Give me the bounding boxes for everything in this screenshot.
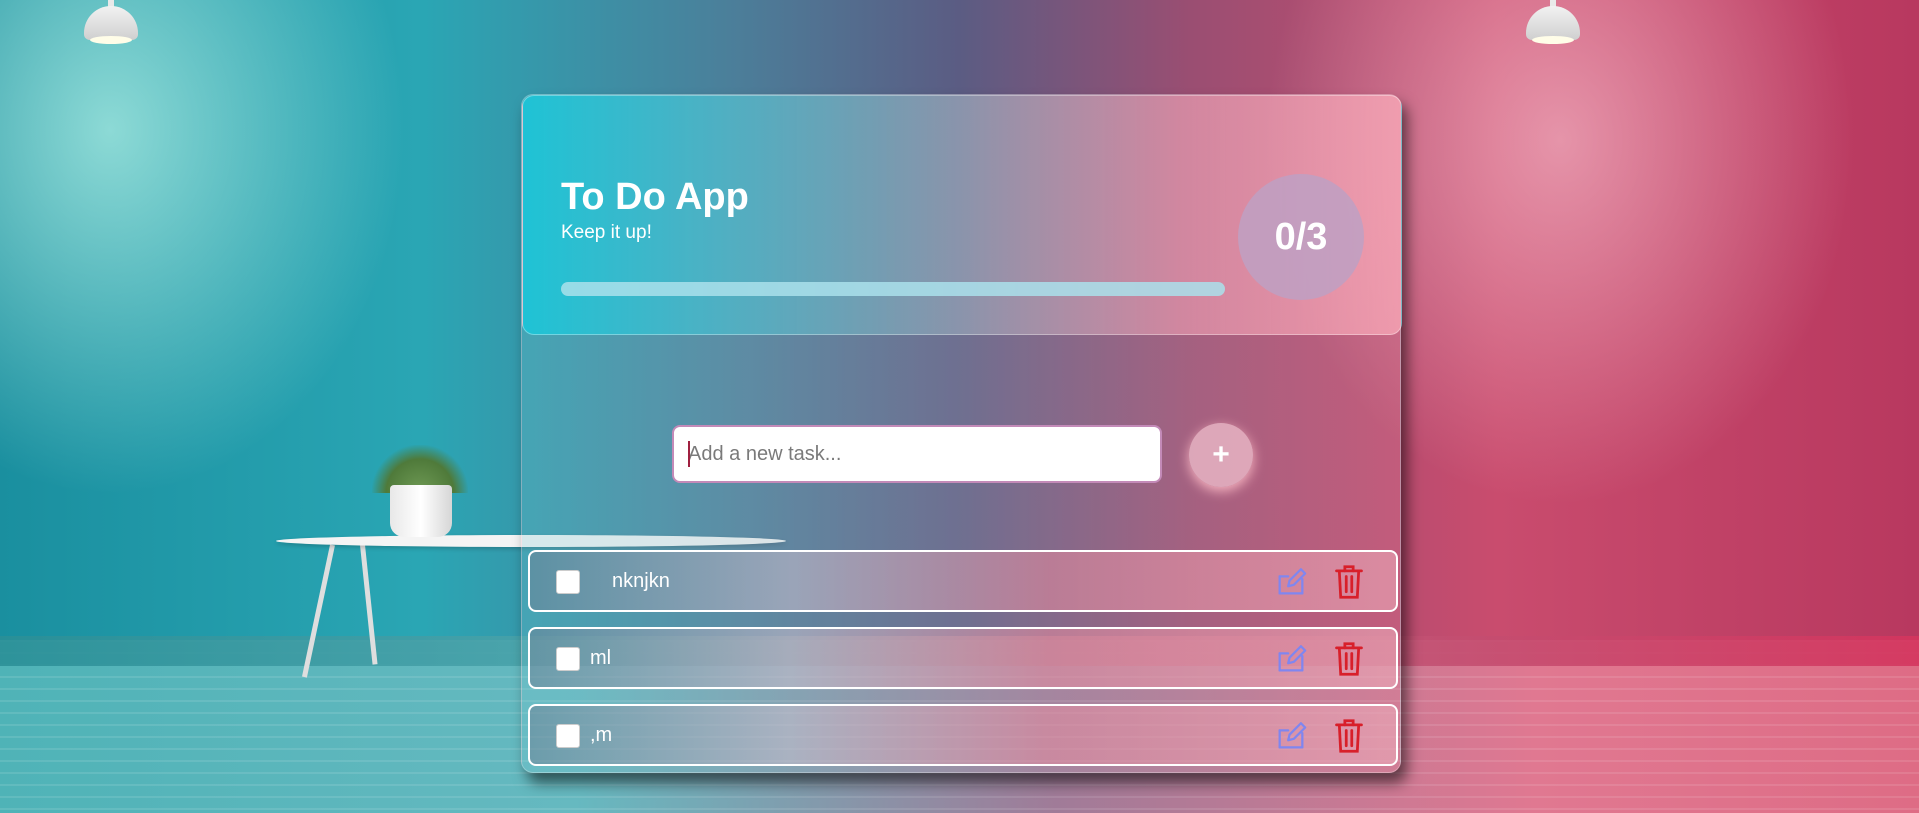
plant-pot	[390, 485, 452, 537]
ceiling-lamp-right	[1518, 0, 1588, 45]
trash-icon[interactable]	[1332, 718, 1366, 754]
edit-icon[interactable]	[1274, 565, 1308, 599]
app-title: To Do App	[561, 176, 749, 218]
task-counter: 0/3	[1238, 174, 1364, 300]
text-caret	[688, 441, 690, 467]
app-header: To Do App Keep it up! 0/3	[522, 95, 1402, 335]
edit-icon[interactable]	[1274, 642, 1308, 676]
trash-icon[interactable]	[1332, 641, 1366, 677]
app-subtitle: Keep it up!	[561, 222, 652, 243]
task-checkbox[interactable]	[556, 724, 580, 748]
task-item: ml	[528, 627, 1398, 689]
todo-app-card: To Do App Keep it up! 0/3 + nknjkn ml	[521, 94, 1402, 773]
edit-icon[interactable]	[1274, 719, 1308, 753]
trash-icon[interactable]	[1332, 564, 1366, 600]
progress-bar	[561, 282, 1225, 296]
task-item: ,m	[528, 704, 1398, 766]
new-task-input[interactable]	[672, 425, 1162, 483]
task-checkbox[interactable]	[556, 647, 580, 671]
task-text: ,m	[590, 724, 613, 746]
task-list: nknjkn ml ,m	[528, 550, 1398, 781]
task-text: nknjkn	[612, 570, 670, 592]
ceiling-lamp-left	[76, 0, 146, 45]
task-item: nknjkn	[528, 550, 1398, 612]
task-text: ml	[590, 647, 612, 669]
task-checkbox[interactable]	[556, 570, 580, 594]
add-task-button[interactable]: +	[1189, 423, 1253, 487]
